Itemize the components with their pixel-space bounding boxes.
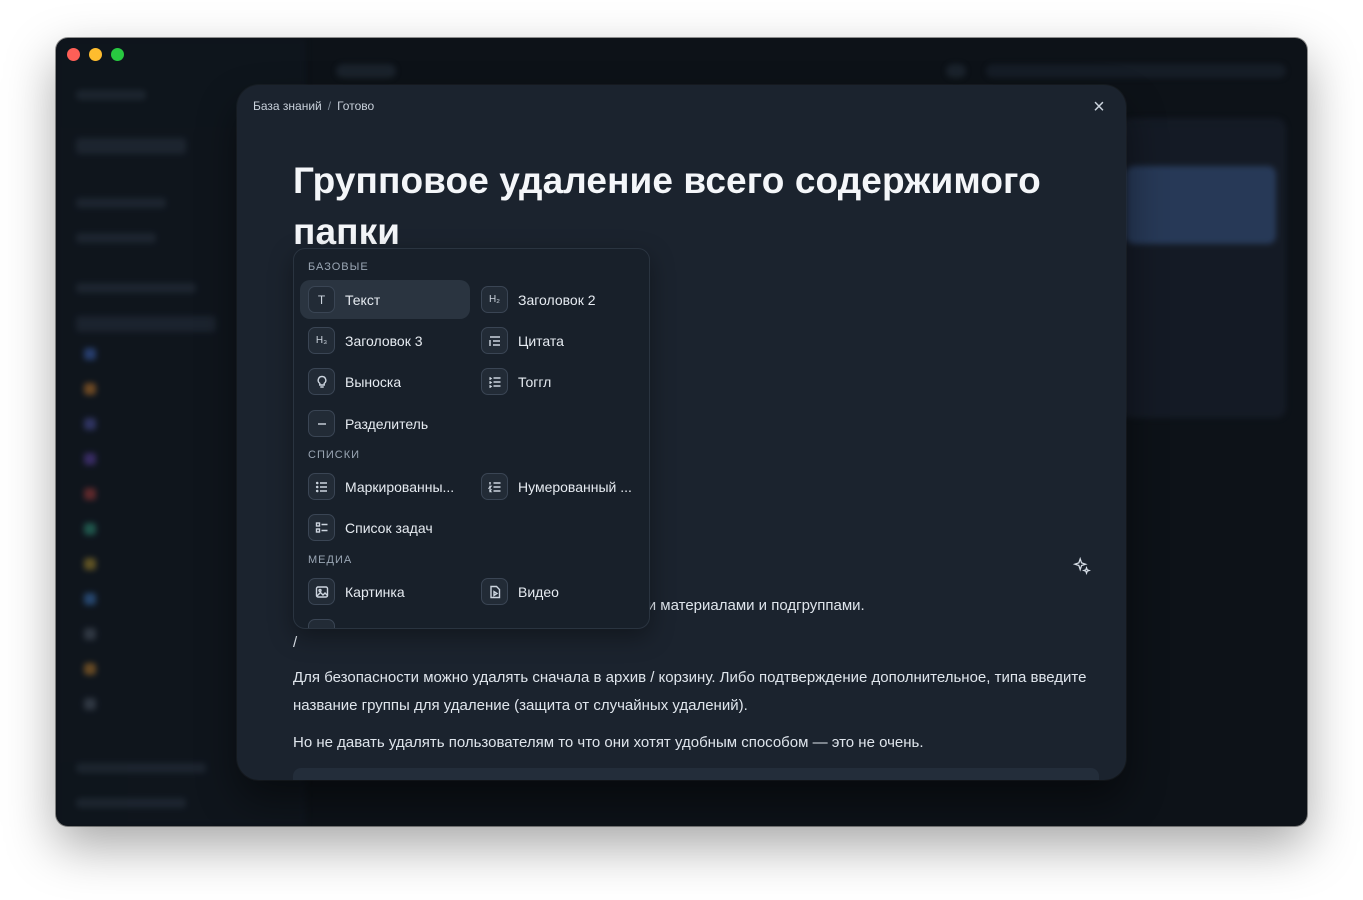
ai-sparkle-button[interactable]	[1072, 556, 1092, 576]
image-icon	[308, 578, 335, 605]
menu-item-numbered-list[interactable]: Нумерованный ...	[473, 467, 643, 506]
close-window-button[interactable]	[67, 48, 80, 61]
divider-icon	[308, 410, 335, 437]
paragraph-note[interactable]: Но не давать удалять пользователям то чт…	[293, 729, 1103, 757]
numbered-list-icon	[481, 473, 508, 500]
document-title[interactable]: Групповое удаление всего содержимого пап…	[293, 155, 1093, 257]
video-file-icon	[481, 578, 508, 605]
menu-item-label: Нумерованный ...	[518, 478, 632, 495]
menu-item-label: Видео	[518, 583, 559, 600]
quote-icon	[481, 327, 508, 354]
text-icon: T	[308, 286, 335, 313]
slash-command-menu: БАЗОВЫЕ T Текст H₂ Заголовок 2 H₃ Заголо…	[293, 248, 650, 629]
menu-item-video[interactable]: Видео	[473, 572, 643, 611]
menu-item-label: Цитата	[518, 332, 564, 349]
paragraph-partial[interactable]: ли материалами и подгруппами.	[639, 592, 1126, 620]
slash-command-line[interactable]: /	[293, 629, 1103, 657]
sparkle-icon	[1072, 556, 1092, 576]
menu-item-label: Картинка	[345, 583, 405, 600]
menu-item-label: Маркированны...	[345, 478, 455, 495]
menu-item-label: Выноска	[345, 373, 402, 390]
bulleted-list-icon	[308, 473, 335, 500]
file-icon	[308, 619, 335, 628]
menu-item-toggle[interactable]: Тоггл	[473, 362, 643, 401]
menu-item-label: Заголовок 3	[345, 332, 423, 349]
heading3-icon: H₃	[308, 327, 335, 354]
menu-item-image[interactable]: Картинка	[300, 572, 470, 611]
toggle-list-icon	[481, 368, 508, 395]
section-label-basic: БАЗОВЫЕ	[308, 261, 369, 273]
app-window: База знаний / Готово × Групповое удалени…	[56, 38, 1307, 826]
breadcrumb-item-done[interactable]: Готово	[337, 99, 374, 113]
menu-item-heading2[interactable]: H₂ Заголовок 2	[473, 280, 643, 319]
breadcrumb: База знаний / Готово	[253, 99, 374, 113]
menu-item-text[interactable]: T Текст	[300, 280, 470, 319]
heading2-icon: H₂	[481, 286, 508, 313]
menu-item-todo-list[interactable]: Список задач	[300, 508, 470, 547]
menu-item-divider[interactable]: Разделитель	[300, 404, 470, 443]
paragraph-safety[interactable]: Для безопасности можно удалять сначала в…	[293, 664, 1103, 720]
lightbulb-icon	[308, 368, 335, 395]
breadcrumb-separator: /	[327, 99, 332, 113]
section-label-lists: СПИСКИ	[308, 449, 361, 461]
menu-item-quote[interactable]: Цитата	[473, 321, 643, 360]
close-modal-button[interactable]: ×	[1088, 97, 1110, 119]
menu-item-label: Текст	[345, 291, 381, 308]
menu-item-next-partial[interactable]	[300, 613, 470, 628]
close-icon: ×	[1093, 96, 1105, 118]
menu-item-heading3[interactable]: H₃ Заголовок 3	[300, 321, 470, 360]
content-block[interactable]	[293, 768, 1099, 780]
menu-item-label: Список задач	[345, 519, 433, 536]
minimize-window-button[interactable]	[89, 48, 102, 61]
zoom-window-button[interactable]	[111, 48, 124, 61]
menu-item-callout[interactable]: Выноска	[300, 362, 470, 401]
window-controls	[67, 48, 124, 61]
breadcrumb-item-knowledge-base[interactable]: База знаний	[253, 99, 322, 113]
menu-item-bulleted-list[interactable]: Маркированны...	[300, 467, 470, 506]
menu-item-label: Заголовок 2	[518, 291, 596, 308]
menu-item-label: Тоггл	[518, 373, 552, 390]
checklist-icon	[308, 514, 335, 541]
section-label-media: МЕДИА	[308, 554, 353, 566]
document-modal: База знаний / Готово × Групповое удалени…	[237, 85, 1126, 780]
menu-item-label: Разделитель	[345, 415, 429, 432]
